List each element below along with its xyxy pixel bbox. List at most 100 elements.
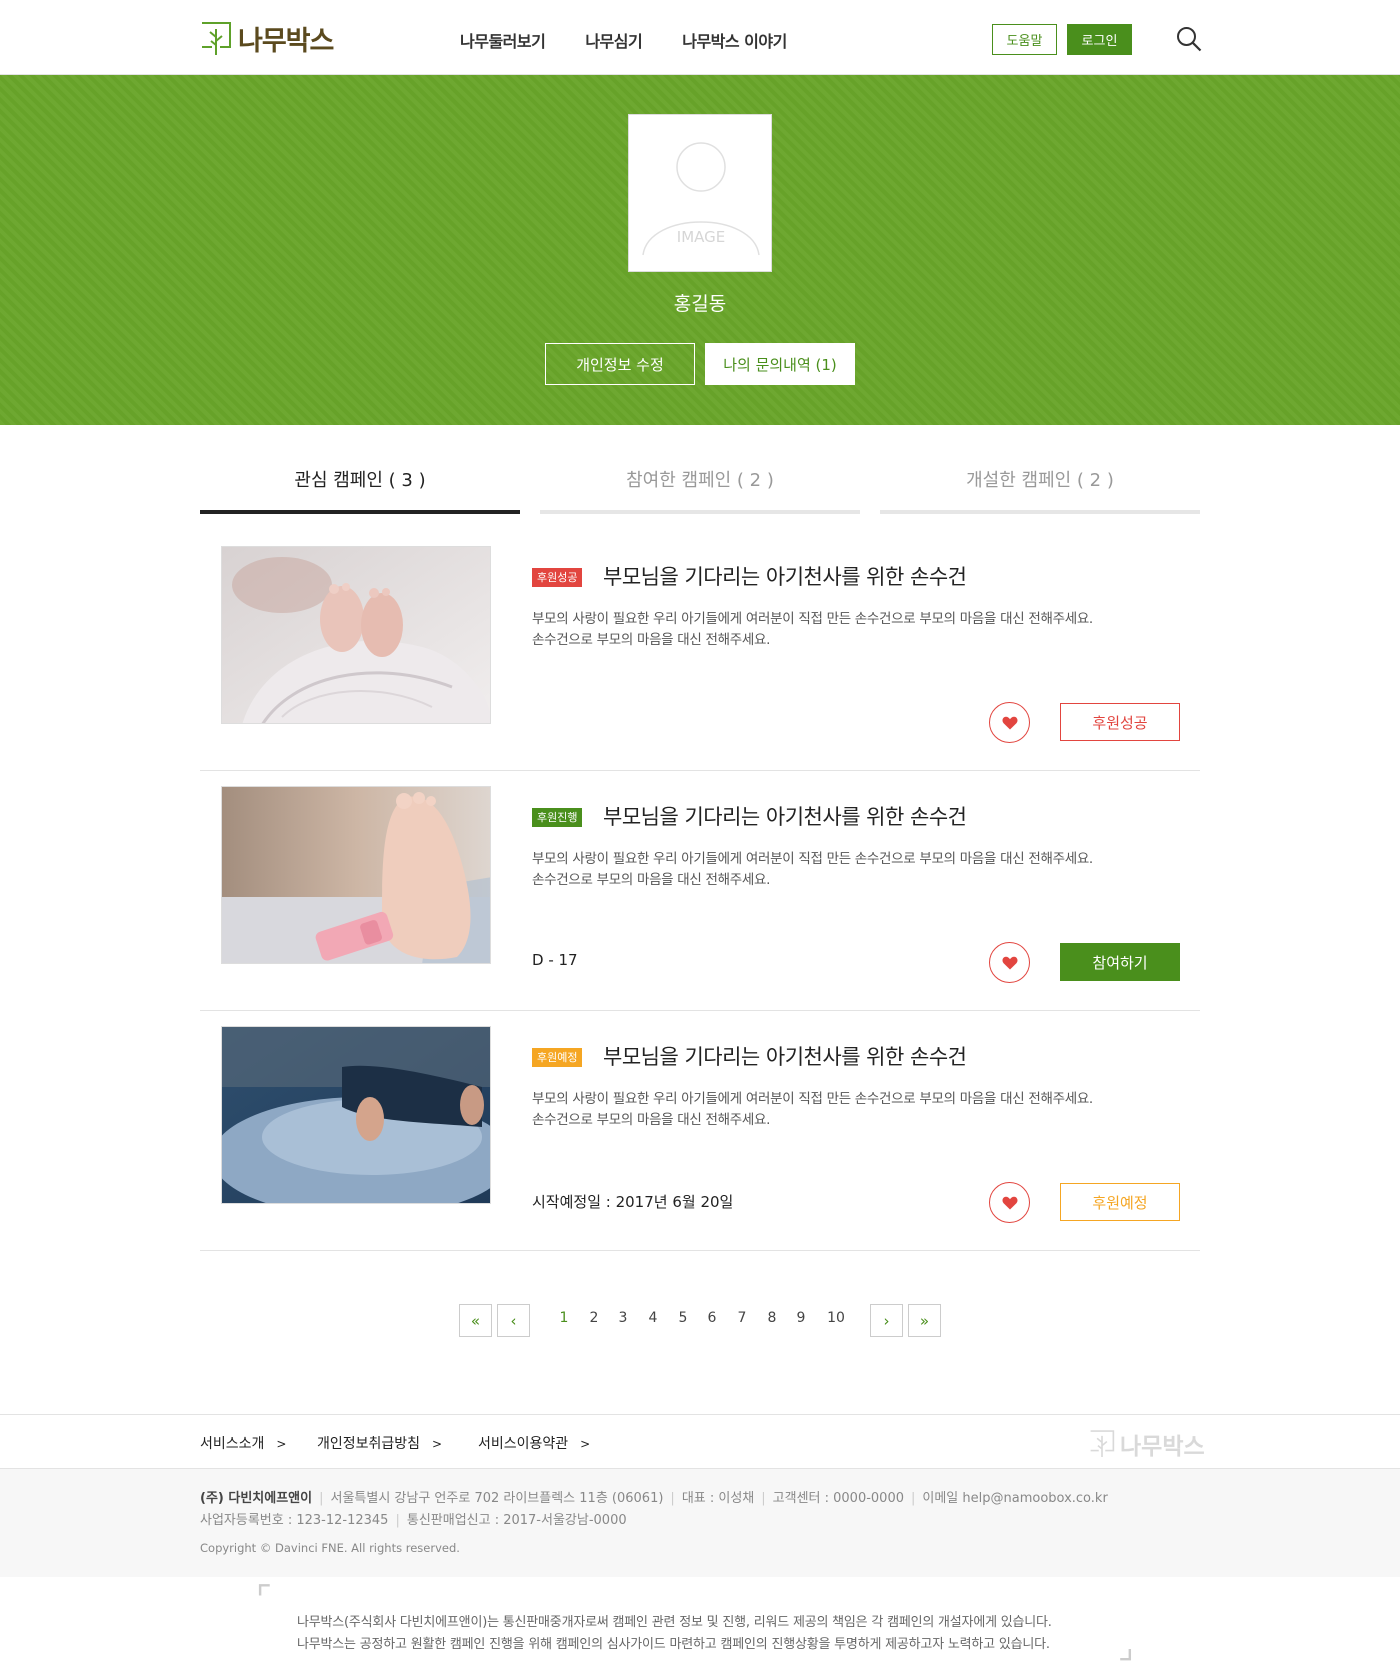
- next-page-button[interactable]: ›: [870, 1304, 903, 1337]
- footer-nav: 서비스소개 > 개인정보취급방침 > 서비스이용약관 > 나무박스: [0, 1414, 1400, 1469]
- like-button[interactable]: [989, 942, 1030, 983]
- footer-link-label: 서비스이용약관: [478, 1436, 569, 1452]
- description-line: 손수건으로 부모의 마음을 대신 전해주세요.: [532, 632, 771, 648]
- campaign-description: 부모의 사랑이 필요한 우리 아기들에게 여러분이 직접 만든 손수건으로 부모…: [532, 1089, 1172, 1131]
- page-number[interactable]: 8: [760, 1310, 784, 1326]
- login-button[interactable]: 로그인: [1067, 24, 1132, 55]
- page-number[interactable]: 1: [552, 1310, 576, 1326]
- profile-banner: IMAGE 홍길동 개인정보 수정 나의 문의내역 (1): [0, 75, 1400, 425]
- site-header: 나무박스 나무둘러보기 나무심기 나무박스 이야기 도움말 로그인: [0, 0, 1400, 75]
- copyright: Copyright © Davinci FNE. All rights rese…: [200, 1541, 460, 1555]
- campaign-thumbnail[interactable]: [221, 1026, 491, 1204]
- footer-link-about[interactable]: 서비스소개 >: [200, 1433, 286, 1453]
- notice-line: 나무박스는 공정하고 원활한 캠페인 진행을 위해 캠페인의 심사가이드 마련하…: [297, 1637, 1050, 1652]
- description-line: 손수건으로 부모의 마음을 대신 전해주세요.: [532, 872, 771, 888]
- customer-center: 고객센터 : 0000-0000: [772, 1491, 904, 1506]
- footer-logo: 나무박스: [1089, 1427, 1205, 1461]
- page-number[interactable]: 2: [582, 1310, 606, 1326]
- baby-foot-photo: [222, 787, 490, 963]
- page-number[interactable]: 4: [641, 1310, 665, 1326]
- company-ceo: 대표 : 이성채: [681, 1491, 755, 1506]
- footer-link-label: 서비스소개: [200, 1436, 265, 1452]
- close-quote-icon: ⌟: [1118, 1627, 1134, 1667]
- tab-created[interactable]: 개설한 캠페인 ( 2 ): [880, 466, 1200, 514]
- footer-link-label: 개인정보취급방침: [317, 1436, 421, 1452]
- status-badge: 후원예정: [532, 1048, 583, 1067]
- disclaimer-notice: ⌜ 나무박스(주식회사 다빈치에프앤이)는 통신판매중개자로써 캠페인 관련 정…: [0, 1577, 1400, 1680]
- campaign-title[interactable]: 부모님을 기다리는 아기천사를 위한 손수건: [603, 1041, 967, 1071]
- description-line: 부모의 사랑이 필요한 우리 아기들에게 여러분이 직접 만든 손수건으로 부모…: [532, 1091, 1093, 1107]
- chevron-right-icon: >: [580, 1437, 591, 1451]
- tab-label: 관심 캠페인 ( 3 ): [294, 470, 426, 491]
- join-button[interactable]: 참여하기: [1060, 943, 1180, 981]
- tab-underline: [200, 510, 520, 514]
- campaign-status-button[interactable]: 후원성공: [1060, 703, 1180, 741]
- baby-feet-photo: [222, 547, 490, 723]
- registration-info-line: 사업자등록번호 : 123-12-12345 | 통신판매업신고 : 2017-서울…: [200, 1513, 627, 1528]
- company-info-line: (주) 다빈치에프앤이 | 서울특별시 강남구 언주로 702 라이브플렉스 11층…: [200, 1491, 1108, 1506]
- page-number[interactable]: 3: [611, 1310, 635, 1326]
- company-address: 서울특별시 강남구 언주로 702 라이브플렉스 11층 (06061): [330, 1491, 664, 1506]
- campaign-title[interactable]: 부모님을 기다리는 아기천사를 위한 손수건: [603, 801, 967, 831]
- chevron-right-icon: >: [432, 1437, 443, 1451]
- tab-label: 참여한 캠페인 ( 2 ): [626, 470, 774, 491]
- campaign-item: 후원진행 부모님을 기다리는 아기천사를 위한 손수건 부모의 사랑이 필요한 …: [200, 771, 1200, 1011]
- company-email: 이메일 help@namoobox.co.kr: [922, 1491, 1108, 1506]
- page-number[interactable]: 9: [789, 1310, 813, 1326]
- heart-icon: [1001, 1196, 1018, 1209]
- campaign-description: 부모의 사랑이 필요한 우리 아기들에게 여러분이 직접 만든 손수건으로 부모…: [532, 609, 1172, 651]
- my-inquiries-button[interactable]: 나의 문의내역 (1): [705, 343, 855, 385]
- tree-logo-icon: [202, 21, 231, 55]
- last-page-button[interactable]: »: [908, 1304, 941, 1337]
- heart-icon: [1001, 716, 1018, 729]
- search-icon[interactable]: [1176, 26, 1202, 52]
- description-line: 부모의 사랑이 필요한 우리 아기들에게 여러분이 직접 만든 손수건으로 부모…: [532, 611, 1093, 627]
- start-date: 시작예정일 : 2017년 6월 20일: [532, 1193, 734, 1211]
- footer-link-terms[interactable]: 서비스이용약관 >: [478, 1433, 590, 1453]
- campaign-item: 후원예정 부모님을 기다리는 아기천사를 위한 손수건 부모의 사랑이 필요한 …: [200, 1011, 1200, 1251]
- days-left: D - 17: [532, 951, 578, 969]
- campaign-thumbnail[interactable]: [221, 546, 491, 724]
- campaign-status-button[interactable]: 후원예정: [1060, 1183, 1180, 1221]
- page-number[interactable]: 10: [824, 1310, 848, 1326]
- footer-logo-text: 나무박스: [1120, 1434, 1205, 1460]
- mail-order-number: 통신판매업신고 : 2017-서울강남-0000: [406, 1513, 627, 1528]
- baby-pillow-photo: [222, 1027, 490, 1203]
- nav-item-story[interactable]: 나무박스 이야기: [682, 28, 787, 52]
- footer-link-privacy[interactable]: 개인정보취급방침 >: [317, 1433, 442, 1453]
- edit-profile-button[interactable]: 개인정보 수정: [545, 343, 695, 385]
- footer-company-info: (주) 다빈치에프앤이 | 서울특별시 강남구 언주로 702 라이브플렉스 11층…: [0, 1469, 1400, 1577]
- help-button[interactable]: 도움말: [992, 24, 1057, 55]
- heart-icon: [1001, 956, 1018, 969]
- page-number[interactable]: 7: [730, 1310, 754, 1326]
- prev-page-button[interactable]: ‹: [497, 1304, 530, 1337]
- status-badge: 후원성공: [532, 568, 583, 587]
- site-logo[interactable]: 나무박스: [200, 19, 334, 58]
- notice-line: 나무박스(주식회사 다빈치에프앤이)는 통신판매중개자로써 캠페인 관련 정보 …: [297, 1615, 1052, 1630]
- logo-text: 나무박스: [238, 26, 334, 57]
- tab-interested[interactable]: 관심 캠페인 ( 3 ): [200, 466, 520, 514]
- like-button[interactable]: [989, 702, 1030, 743]
- avatar-placeholder-text: IMAGE: [676, 228, 726, 246]
- status-badge: 후원진행: [532, 808, 583, 827]
- nav-item-explore[interactable]: 나무둘러보기: [460, 28, 546, 52]
- chevron-right-icon: >: [276, 1437, 287, 1451]
- tab-underline: [880, 510, 1200, 514]
- main-nav: 나무둘러보기 나무심기 나무박스 이야기: [460, 28, 827, 52]
- first-page-button[interactable]: «: [459, 1304, 492, 1337]
- like-button[interactable]: [989, 1182, 1030, 1223]
- description-line: 부모의 사랑이 필요한 우리 아기들에게 여러분이 직접 만든 손수건으로 부모…: [532, 851, 1093, 867]
- page-number[interactable]: 6: [700, 1310, 724, 1326]
- tab-joined[interactable]: 참여한 캠페인 ( 2 ): [540, 466, 860, 514]
- tab-underline: [540, 510, 860, 514]
- open-quote-icon: ⌜: [256, 1579, 272, 1619]
- tab-label: 개설한 캠페인 ( 2 ): [966, 470, 1114, 491]
- user-placeholder-icon: [642, 142, 760, 256]
- nav-item-plant[interactable]: 나무심기: [585, 28, 642, 52]
- page-number[interactable]: 5: [671, 1310, 695, 1326]
- campaign-title[interactable]: 부모님을 기다리는 아기천사를 위한 손수건: [603, 561, 967, 591]
- tree-logo-icon: [1090, 1430, 1115, 1457]
- avatar: IMAGE: [628, 114, 772, 272]
- profile-name: 홍길동: [673, 293, 727, 315]
- campaign-thumbnail[interactable]: [221, 786, 491, 964]
